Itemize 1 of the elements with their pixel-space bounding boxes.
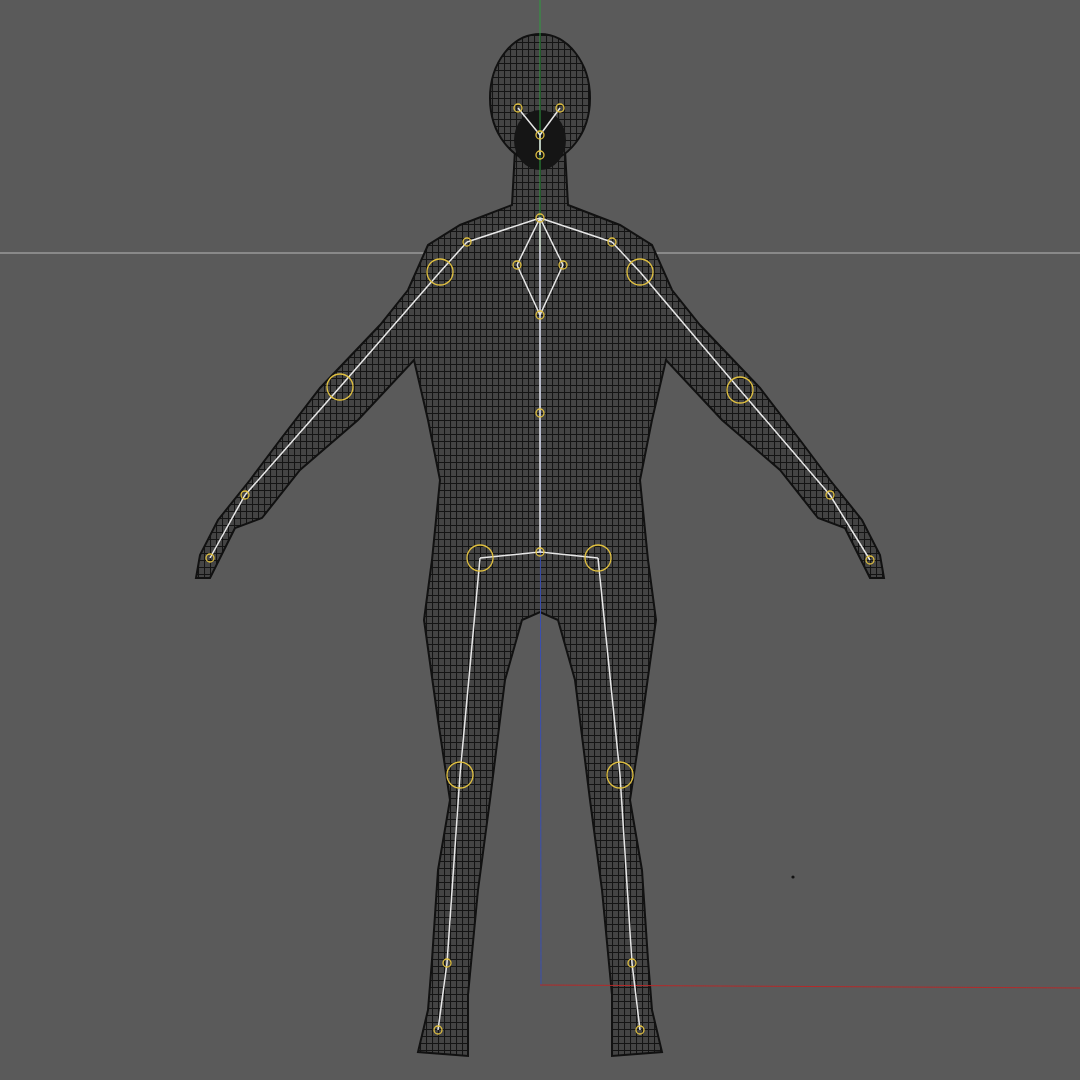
point-marker [791, 875, 795, 879]
